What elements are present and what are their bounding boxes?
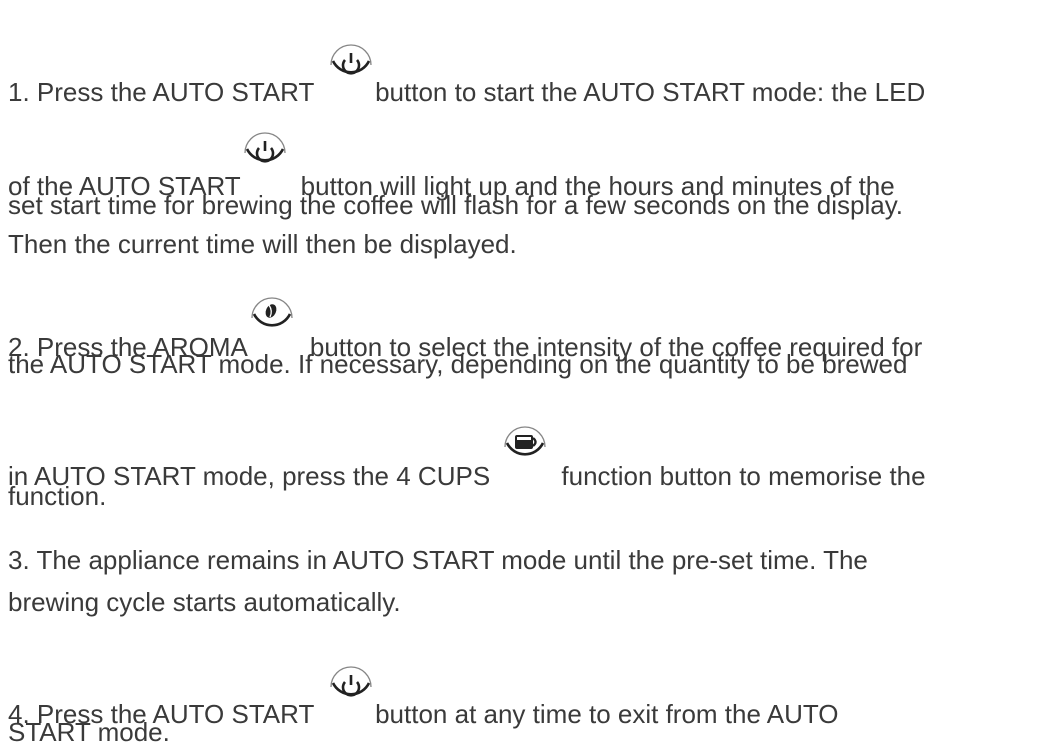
step-1-line-3: set start time for brewing the coffee wi… (8, 190, 903, 220)
step-2-text-f: function. (8, 481, 107, 511)
step-4-line-2: START mode. (8, 717, 170, 747)
step-4-text-b: button at any time to exit from the AUTO (375, 699, 839, 729)
step-2-text-c: the AUTO START mode. If necessary, depen… (8, 349, 908, 379)
step-1-line-1: 1. Press the AUTO START button to start … (8, 44, 926, 107)
step-2-line-4: function. (8, 481, 106, 511)
step-3-line-2: brewing cycle starts automatically. (8, 587, 401, 617)
aroma-coffee-bean-icon (246, 292, 298, 344)
step-2-line-3: in AUTO START mode, press the 4 CUPS fun… (8, 426, 926, 491)
step-1-text-e: set start time for brewing the coffee wi… (8, 190, 904, 220)
step-1-text-f: Then the current time will then be displ… (8, 229, 517, 259)
step-2-line-2: the AUTO START mode. If necessary, depen… (8, 349, 907, 379)
step-4-text-c: START mode. (8, 717, 170, 747)
auto-start-power-icon (239, 127, 291, 179)
step-3-text-a: 3. The appliance remains in AUTO START m… (8, 545, 868, 575)
step-1-line-4: Then the current time will then be displ… (8, 229, 517, 259)
four-cups-coffee-pot-icon (499, 421, 551, 473)
step-3-line-1: 3. The appliance remains in AUTO START m… (8, 545, 868, 575)
step-1-text-b: button to start the AUTO START mode: the… (375, 77, 926, 107)
auto-start-power-icon (325, 661, 377, 713)
auto-start-power-icon (325, 39, 377, 91)
step-1-text-a: 1. Press the AUTO START (8, 77, 322, 107)
step-3-text-b: brewing cycle starts automatically. (8, 587, 401, 617)
step-2-text-e: function button to memorise the (561, 461, 926, 491)
